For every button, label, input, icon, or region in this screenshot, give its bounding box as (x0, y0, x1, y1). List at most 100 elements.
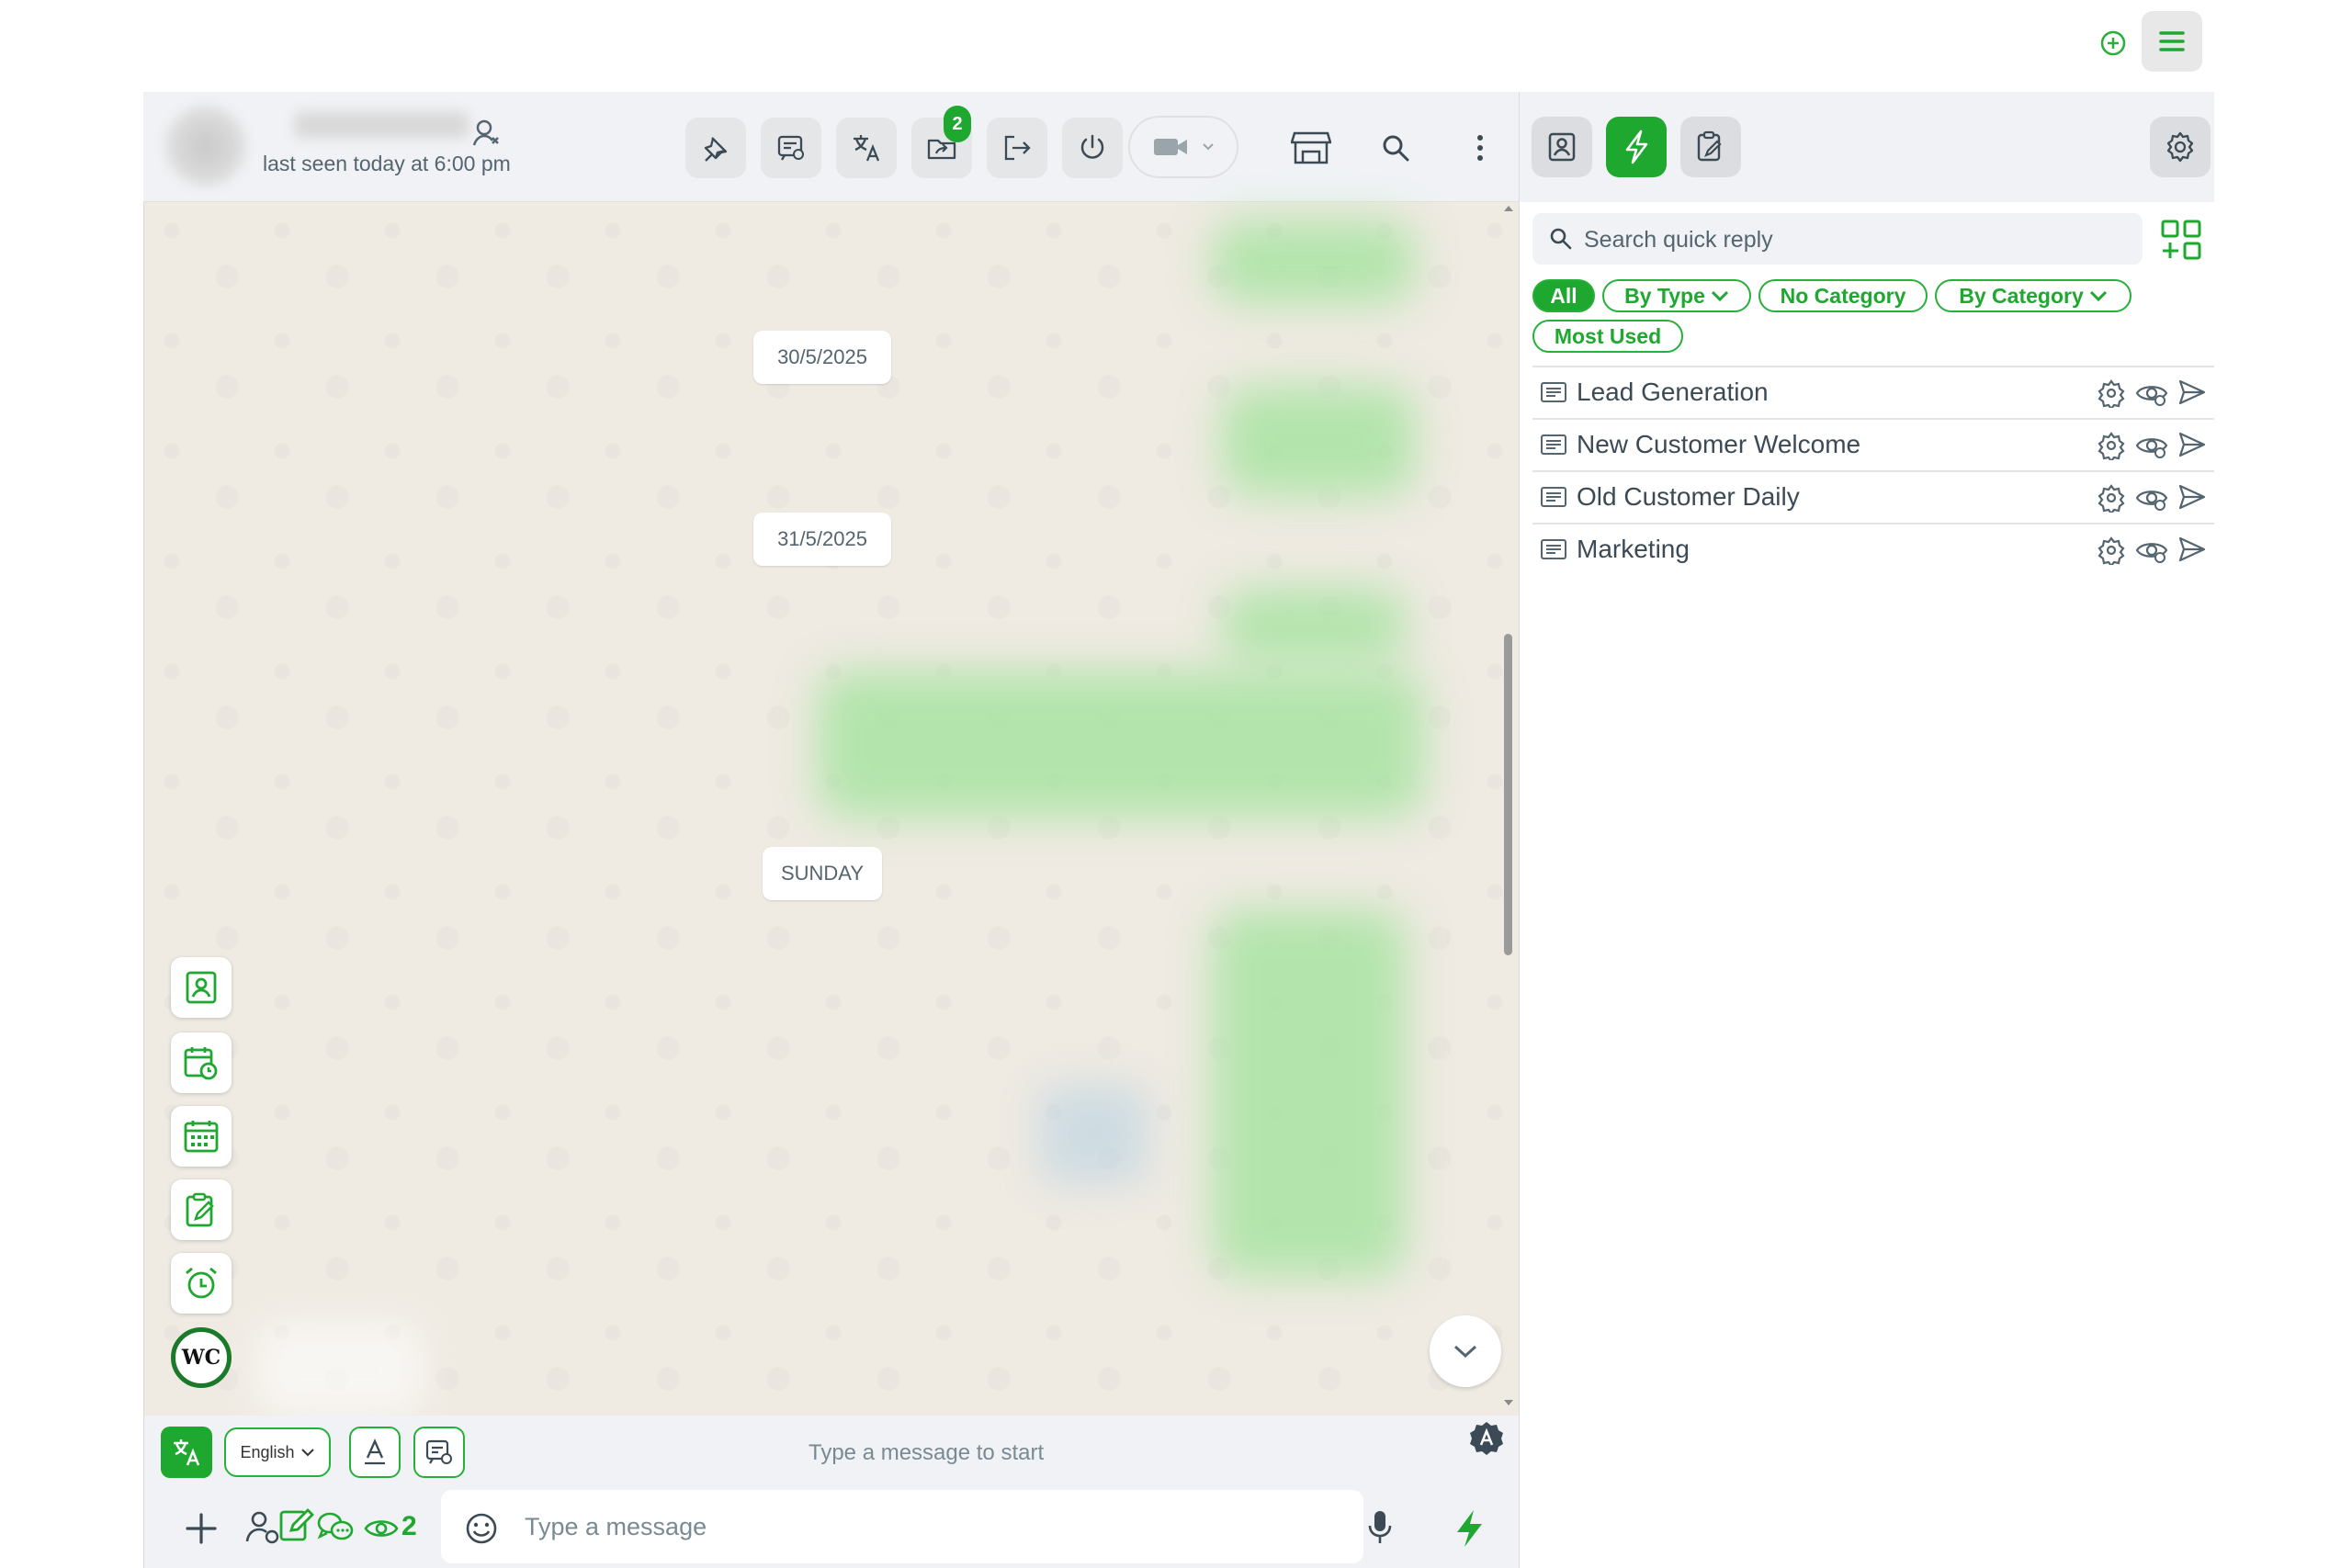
text-format-icon (360, 1438, 390, 1467)
add-quick-reply-grid-icon[interactable] (2160, 219, 2202, 261)
filter-by-type-label: By Type (1624, 283, 1705, 308)
video-call-button[interactable] (1128, 116, 1238, 178)
contact-name[interactable] (294, 112, 469, 138)
quick-reply-title: Old Customer Daily (1577, 482, 1800, 511)
scroll-to-bottom-button[interactable] (1430, 1315, 1501, 1387)
emoji-icon[interactable] (464, 1511, 499, 1546)
lightning-bolt-icon (1623, 129, 1650, 165)
contact-avatar[interactable] (165, 106, 246, 186)
hamburger-menu-button[interactable] (2142, 11, 2202, 72)
quick-reply-item[interactable]: Marketing (1532, 523, 2214, 574)
filter-no-category[interactable]: No Category (1758, 279, 1928, 312)
power-icon (1077, 132, 1108, 164)
date-divider: SUNDAY (763, 847, 882, 900)
send-icon[interactable] (2177, 483, 2207, 513)
attach-plus-icon[interactable] (184, 1511, 219, 1546)
edit-note-icon[interactable] (278, 1505, 315, 1543)
quick-reply-item[interactable]: Lead Generation (1532, 366, 2214, 417)
message-input-placeholder: Type a message (525, 1513, 707, 1540)
message-template-button[interactable] (413, 1427, 465, 1478)
tab-quick-reply[interactable] (1606, 117, 1667, 177)
language-select[interactable]: English (224, 1427, 331, 1477)
language-value: English (240, 1442, 295, 1461)
gear-icon[interactable] (2097, 536, 2126, 565)
chevron-down-icon (2089, 290, 2108, 301)
search-chat-button[interactable] (1365, 118, 1426, 178)
blurred-message (818, 671, 1424, 818)
blurred-message (1213, 909, 1406, 1277)
date-divider: 30/5/2025 (753, 331, 891, 384)
translate-button[interactable] (836, 118, 897, 178)
contact-tag-icon[interactable] (243, 1508, 280, 1545)
search-icon (1380, 132, 1411, 164)
kebab-menu-icon (1476, 132, 1485, 164)
blurred-message (1038, 1084, 1148, 1185)
viewer-count: 2 (401, 1511, 417, 1541)
calendar-clock-icon (183, 1044, 220, 1081)
quick-reply-item[interactable]: Old Customer Daily (1532, 470, 2214, 522)
send-icon[interactable] (2177, 378, 2207, 408)
translate-icon (850, 131, 883, 164)
preview-eye-icon[interactable] (2135, 536, 2168, 565)
preview-eye-icon[interactable] (2135, 483, 2168, 513)
gear-icon (2164, 130, 2197, 164)
message-lines-icon (1540, 380, 1567, 404)
send-icon[interactable] (2177, 431, 2207, 460)
more-options-button[interactable] (1450, 118, 1510, 178)
filter-by-type[interactable]: By Type (1602, 279, 1751, 312)
translate-toggle-button[interactable] (161, 1427, 212, 1478)
calendar-tool[interactable] (171, 1106, 232, 1167)
filter-most-used[interactable]: Most Used (1532, 320, 1683, 353)
tab-contact-info[interactable] (1532, 117, 1592, 177)
pin-button[interactable] (685, 118, 746, 178)
scroll-down-arrow-icon[interactable] (1503, 1398, 1514, 1407)
message-lines-icon (1540, 485, 1567, 509)
calendar-icon (183, 1118, 220, 1155)
microphone-icon[interactable] (1366, 1508, 1394, 1547)
send-icon[interactable] (2177, 536, 2207, 565)
wc-logo[interactable]: WC (171, 1327, 232, 1388)
schedule-tool[interactable] (171, 1032, 232, 1093)
chat-scrollbar[interactable] (1504, 634, 1512, 955)
font-style-button[interactable] (349, 1427, 401, 1478)
search-icon (1549, 227, 1573, 251)
filter-by-category[interactable]: By Category (1935, 279, 2132, 312)
message-gear-icon (424, 1438, 454, 1467)
chevron-down-icon (1202, 142, 1215, 152)
reminder-tool[interactable] (171, 1253, 232, 1314)
contact-card-tool[interactable] (171, 957, 232, 1018)
composer-hint: Type a message to start (808, 1440, 1045, 1465)
blurred-message (1222, 386, 1415, 496)
notes-tool[interactable] (171, 1179, 232, 1240)
quick-reply-panel (1519, 92, 2214, 1568)
preview-eye-icon[interactable] (2135, 378, 2168, 408)
add-circle-icon[interactable] (2099, 29, 2127, 57)
filter-all[interactable]: All (1532, 279, 1595, 312)
quick-reply-bolt-icon[interactable] (1452, 1508, 1487, 1549)
filter-by-category-label: By Category (1959, 283, 2084, 308)
export-chat-button[interactable] (987, 118, 1047, 178)
power-button[interactable] (1062, 118, 1123, 178)
blurred-message (257, 1323, 423, 1415)
message-settings-button[interactable] (761, 118, 821, 178)
chevron-down-icon (300, 1448, 315, 1457)
date-divider: 31/5/2025 (753, 513, 891, 566)
scroll-up-arrow-icon[interactable] (1503, 204, 1514, 213)
contact-user-icon (470, 118, 502, 149)
chevron-down-icon (1452, 1342, 1479, 1360)
clipboard-edit-icon (183, 1191, 220, 1228)
chat-bubbles-icon[interactable] (316, 1510, 355, 1545)
catalog-store-button[interactable] (1281, 118, 1341, 178)
settings-button[interactable] (2150, 117, 2211, 177)
quick-reply-item[interactable]: New Customer Welcome (1532, 418, 2214, 469)
gear-icon[interactable] (2097, 483, 2126, 513)
eye-icon[interactable] (364, 1516, 399, 1541)
preview-eye-icon[interactable] (2135, 431, 2168, 460)
auto-reply-badge-icon[interactable] (1468, 1420, 1505, 1457)
contact-card-icon (1546, 131, 1577, 163)
message-lines-icon (1540, 537, 1567, 561)
gear-icon[interactable] (2097, 431, 2126, 460)
tab-notes[interactable] (1680, 117, 1741, 177)
message-gear-icon (775, 132, 807, 164)
gear-icon[interactable] (2097, 378, 2126, 408)
